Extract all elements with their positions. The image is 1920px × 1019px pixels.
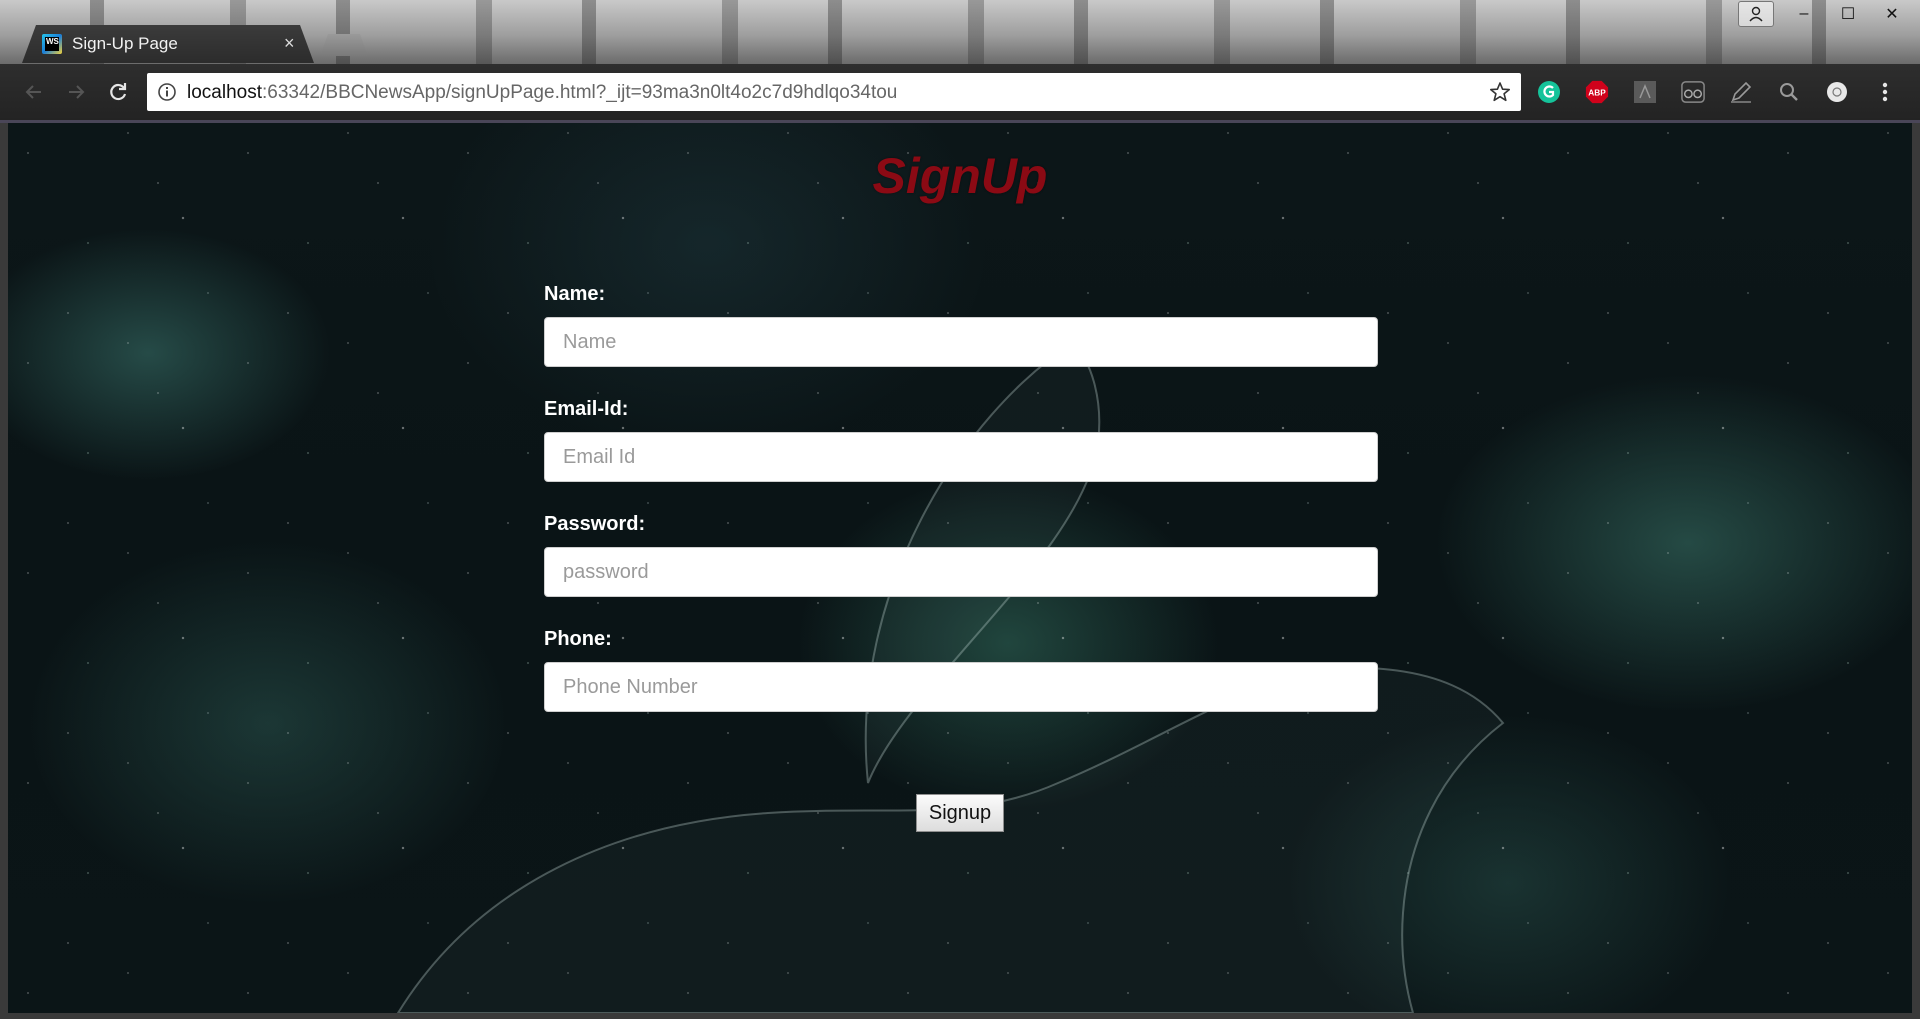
reload-icon xyxy=(110,83,127,101)
info-icon[interactable] xyxy=(157,82,177,102)
chrome-menu-icon[interactable] xyxy=(1873,80,1897,104)
phone-label: Phone: xyxy=(544,628,612,650)
browser-tab[interactable]: WS Sign-Up Page × xyxy=(22,25,314,63)
title-bar: WS Sign-Up Page × – ☐ ✕ xyxy=(0,0,1920,64)
webstorm-icon: WS xyxy=(42,34,62,54)
search-icon[interactable] xyxy=(1777,80,1801,104)
reload-button[interactable] xyxy=(104,78,132,106)
circle-extension-icon[interactable] xyxy=(1825,80,1849,104)
forward-button[interactable] xyxy=(62,78,90,106)
password-field-group: Password: xyxy=(544,513,1378,597)
pen-icon[interactable] xyxy=(1729,80,1753,104)
name-field-group: Name: xyxy=(544,283,1378,367)
minimize-button[interactable]: – xyxy=(1782,0,1826,28)
acrobat-icon[interactable] xyxy=(1633,80,1657,104)
back-button[interactable] xyxy=(20,78,48,106)
phone-input[interactable] xyxy=(544,662,1378,712)
browser-toolbar: localhost:63342/BBCNewsApp/signUpPage.ht… xyxy=(0,64,1920,123)
page-viewport: SignUp Name: Email-Id: Password: Phone: … xyxy=(8,123,1912,1013)
url-path: :63342/BBCNewsApp/signUpPage.html?_ijt=9… xyxy=(262,82,898,103)
email-field-group: Email-Id: xyxy=(544,398,1378,482)
email-input[interactable] xyxy=(544,432,1378,482)
phone-field-group: Phone: xyxy=(544,628,1378,712)
maximize-button[interactable]: ☐ xyxy=(1826,0,1870,28)
url-text[interactable]: localhost:63342/BBCNewsApp/signUpPage.ht… xyxy=(187,82,897,104)
name-label: Name: xyxy=(544,283,606,305)
window-frame-bottom xyxy=(0,1013,1920,1019)
person-icon xyxy=(1749,6,1763,22)
signup-button[interactable]: Signup xyxy=(916,794,1004,832)
tab-title: Sign-Up Page xyxy=(72,34,178,53)
page-title: SignUp xyxy=(872,148,1048,204)
name-input[interactable] xyxy=(544,317,1378,367)
glasses-icon[interactable] xyxy=(1681,80,1705,104)
close-window-button[interactable]: ✕ xyxy=(1870,0,1914,28)
svg-text:ABP: ABP xyxy=(1588,88,1606,98)
email-label: Email-Id: xyxy=(544,398,629,420)
address-bar[interactable]: localhost:63342/BBCNewsApp/signUpPage.ht… xyxy=(147,73,1521,111)
browser-window: WS Sign-Up Page × – ☐ ✕ localhost:63342/… xyxy=(0,0,1920,1019)
arrow-left-icon xyxy=(25,85,41,99)
password-input[interactable] xyxy=(544,547,1378,597)
new-tab-button[interactable] xyxy=(320,34,368,56)
bookmark-star-icon[interactable] xyxy=(1489,81,1511,103)
window-controls: – ☐ ✕ xyxy=(1738,0,1914,28)
password-label: Password: xyxy=(544,513,646,535)
profile-button[interactable] xyxy=(1738,1,1774,27)
grammarly-icon[interactable] xyxy=(1537,80,1561,104)
tab-close-icon[interactable]: × xyxy=(284,33,295,54)
arrow-right-icon xyxy=(69,85,85,99)
url-host: localhost xyxy=(187,82,262,103)
webstorm-icon-text: WS xyxy=(46,37,59,46)
adblock-plus-icon[interactable]: ABP xyxy=(1585,80,1609,104)
